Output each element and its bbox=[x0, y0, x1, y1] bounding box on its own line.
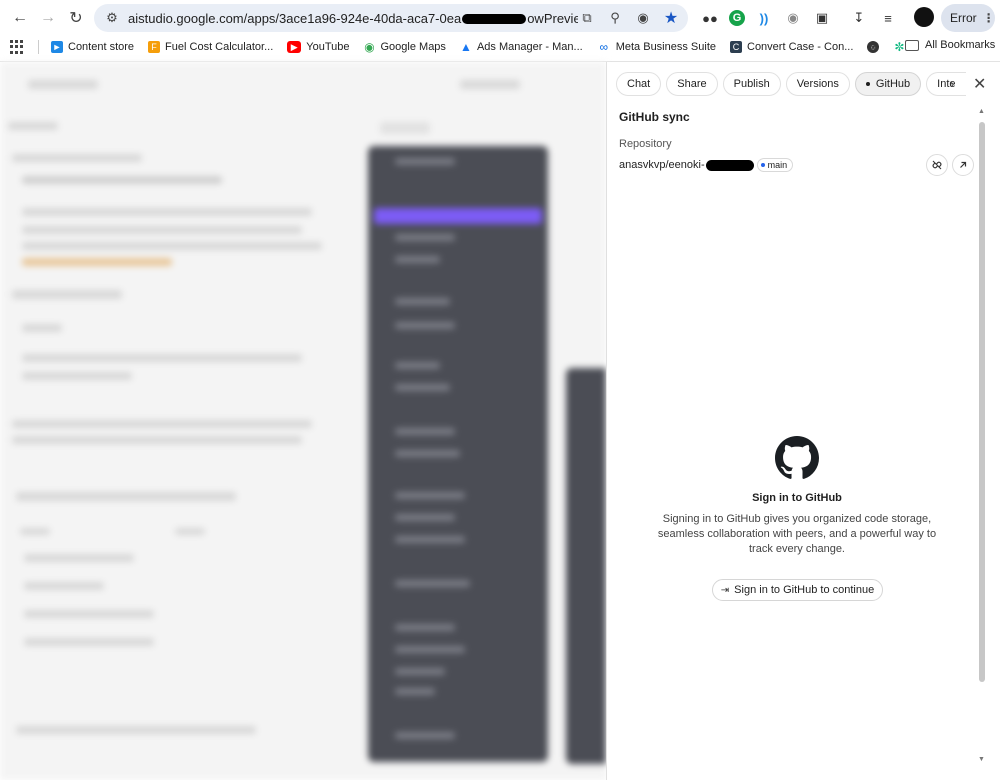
ads-manager-icon: ▲ bbox=[459, 40, 472, 54]
unlink-button[interactable] bbox=[926, 154, 948, 176]
extensions-puzzle-icon[interactable]: ▣ bbox=[812, 8, 832, 28]
bookmark-label: Content store bbox=[68, 41, 135, 53]
repository-redaction bbox=[705, 159, 754, 171]
chevron-right-icon[interactable]: › bbox=[950, 76, 954, 91]
download-icon[interactable]: ↧ bbox=[849, 8, 869, 28]
bookmark-star-icon[interactable]: ★ bbox=[662, 9, 680, 27]
bookmark-youtube[interactable]: ▶ YouTube bbox=[287, 41, 350, 53]
tab-github[interactable]: GitHub bbox=[854, 72, 922, 96]
install-app-icon[interactable]: ⧉ bbox=[578, 9, 596, 27]
site-info-icon[interactable]: ⚙ bbox=[104, 10, 120, 26]
all-bookmarks-label: All Bookmarks bbox=[925, 39, 996, 51]
tab-share[interactable]: Share bbox=[666, 72, 718, 96]
content-store-icon: ► bbox=[51, 41, 63, 53]
signin-description: Signing in to GitHub gives you organized… bbox=[657, 513, 937, 555]
branch-name: main bbox=[767, 160, 788, 170]
panel-scrollbar[interactable] bbox=[979, 122, 985, 682]
tab-integrations[interactable]: Inte bbox=[926, 72, 967, 96]
folder-icon bbox=[905, 39, 919, 51]
url-text: aistudio.google.com/apps/3ace1a96-924e-4… bbox=[128, 10, 578, 26]
repository-name: anasvkvp/eenoki- bbox=[619, 159, 705, 171]
youtube-icon: ▶ bbox=[287, 41, 302, 53]
bookmark-label: Meta Business Suite bbox=[615, 41, 716, 53]
tab-versions[interactable]: Versions bbox=[785, 72, 850, 96]
camera-icon[interactable]: ◉ bbox=[783, 8, 803, 28]
bookmark-label: YouTube bbox=[306, 41, 350, 53]
panel-title: GitHub sync bbox=[619, 110, 690, 124]
arrow-up-right-icon bbox=[960, 161, 967, 168]
tab-label: Publish bbox=[733, 78, 770, 90]
active-dot-icon bbox=[865, 82, 870, 86]
signin-github-button[interactable]: ⇥ Sign in to GitHub to continue bbox=[712, 579, 883, 601]
open-external-button[interactable] bbox=[952, 154, 974, 176]
zoom-icon[interactable]: ⚲ bbox=[606, 9, 624, 27]
scroll-down-arrow-icon[interactable]: ▼ bbox=[978, 756, 985, 763]
all-bookmarks-button[interactable]: All Bookmarks bbox=[905, 39, 995, 51]
scroll-up-arrow-icon[interactable]: ▲ bbox=[978, 108, 985, 115]
browser-toolbar: ← → ↻ ⚙ aistudio.google.com/apps/3ace1a9… bbox=[0, 0, 1000, 36]
bookmarks-divider bbox=[38, 40, 39, 54]
bookmark-fuel-cost[interactable]: F Fuel Cost Calculator... bbox=[148, 41, 273, 53]
github-logo-icon bbox=[775, 436, 819, 479]
login-arrow-icon: ⇥ bbox=[720, 584, 730, 596]
tab-label: Versions bbox=[796, 78, 839, 90]
repository-label: Repository bbox=[619, 138, 672, 150]
reload-icon[interactable]: ↻ bbox=[62, 4, 90, 32]
bookmark-google-maps[interactable]: ◉ Google Maps bbox=[364, 40, 446, 54]
incognito-glasses-icon[interactable]: ●● bbox=[700, 8, 720, 28]
bookmark-ads-manager[interactable]: ▲ Ads Manager - Man... bbox=[459, 40, 583, 54]
address-bar[interactable]: ⚙ aistudio.google.com/apps/3ace1a96-924e… bbox=[94, 4, 688, 32]
blurred-app-background bbox=[0, 62, 606, 780]
tab-label: Chat bbox=[627, 78, 651, 90]
profile-error-label: Error bbox=[950, 11, 977, 25]
eye-slash-icon[interactable]: ◉ bbox=[634, 9, 652, 27]
panel-tabs: Chat Share Publish Versions GitHub Inte bbox=[616, 72, 967, 96]
bookmark-label: Google Maps bbox=[380, 41, 446, 53]
copilot-icon: ✼ bbox=[894, 40, 905, 54]
bookmarks-bar: ► Content store F Fuel Cost Calculator..… bbox=[0, 36, 1000, 58]
branch-badge: main bbox=[756, 158, 794, 172]
apps-grid-icon[interactable] bbox=[10, 40, 24, 54]
maps-pin-icon: ◉ bbox=[364, 40, 375, 54]
repository-row: anasvkvp/eenoki- main bbox=[619, 158, 794, 172]
bookmark-convert-case[interactable]: C Convert Case - Con... bbox=[730, 41, 853, 53]
profile-avatar[interactable] bbox=[914, 7, 934, 27]
forward-arrow-icon[interactable]: → bbox=[34, 4, 62, 32]
tab-chat[interactable]: Chat bbox=[616, 72, 662, 96]
profile-error-button[interactable]: Error ⋮ bbox=[941, 4, 995, 32]
tab-label: GitHub bbox=[875, 78, 911, 90]
convert-case-icon: C bbox=[730, 41, 742, 53]
bookmark-label: Fuel Cost Calculator... bbox=[165, 41, 274, 53]
tab-publish[interactable]: Publish bbox=[722, 72, 781, 96]
signin-button-label: Sign in to GitHub to continue bbox=[734, 584, 875, 596]
grammarly-icon[interactable]: G bbox=[729, 10, 745, 26]
signin-title: Sign in to GitHub bbox=[752, 492, 842, 504]
branch-dot-icon bbox=[760, 163, 765, 167]
close-icon[interactable]: ✕ bbox=[973, 74, 986, 94]
more-bookmarks-chevron-icon[interactable]: » bbox=[870, 40, 877, 54]
bookmark-copilot[interactable]: ✼ bbox=[893, 40, 905, 54]
unlink-icon bbox=[932, 160, 942, 170]
reading-list-icon[interactable]: ≡ bbox=[878, 8, 898, 28]
menu-dots-icon: ⋮ bbox=[982, 11, 995, 25]
sound-wave-icon[interactable]: )) bbox=[754, 8, 774, 28]
meta-icon: ∞ bbox=[599, 40, 608, 54]
bookmark-content-store[interactable]: ► Content store bbox=[51, 41, 134, 53]
bookmark-label: Convert Case - Con... bbox=[747, 41, 854, 53]
bookmark-label: Ads Manager - Man... bbox=[476, 41, 583, 53]
tab-label: Share bbox=[677, 78, 707, 90]
github-panel: Chat Share Publish Versions GitHub Inte … bbox=[606, 62, 1000, 780]
bookmark-meta-business[interactable]: ∞ Meta Business Suite bbox=[597, 40, 716, 54]
url-redaction bbox=[462, 14, 527, 25]
fuel-icon: F bbox=[148, 41, 161, 53]
back-arrow-icon[interactable]: ← bbox=[6, 4, 34, 32]
